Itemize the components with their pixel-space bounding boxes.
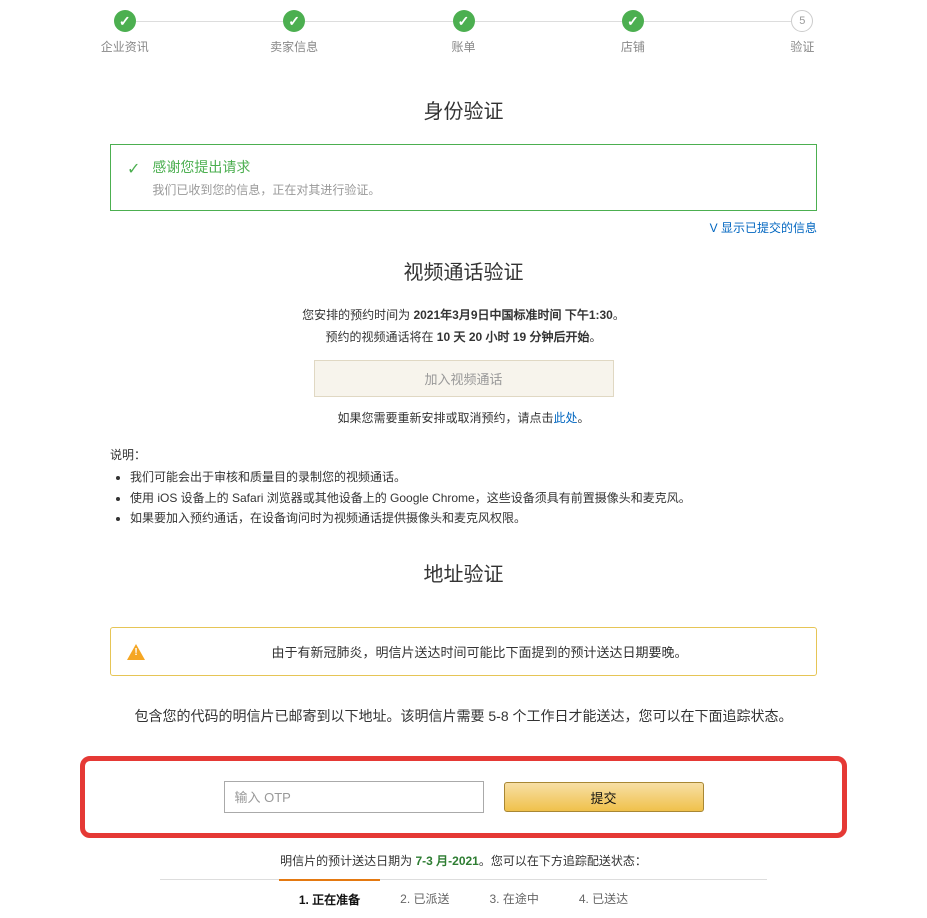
warning-icon xyxy=(127,644,145,660)
notes-list: 我们可能会出于审核和质量目的录制您的视频通话。 使用 iOS 设备上的 Safa… xyxy=(130,467,817,528)
success-banner: ✓ 感谢您提出请求 我们已收到您的信息，正在对其进行验证。 xyxy=(110,144,817,211)
track-tab-delivered[interactable]: 4. 已送达 xyxy=(559,879,648,918)
check-icon: ✓ xyxy=(453,10,475,32)
notes-title: 说明： xyxy=(110,446,817,463)
step-billing: ✓ 账单 xyxy=(379,10,548,55)
covid-warning: 由于有新冠肺炎，明信片送达时间可能比下面提到的预计送达日期要晚。 xyxy=(110,627,817,676)
check-icon: ✓ xyxy=(622,10,644,32)
track-tab-transit[interactable]: 3. 在途中 xyxy=(470,879,559,918)
list-item: 我们可能会出于审核和质量目的录制您的视频通话。 xyxy=(130,467,817,487)
otp-highlight-box: 提交 xyxy=(80,756,847,838)
identity-title: 身份验证 xyxy=(0,95,927,124)
show-submitted-link[interactable]: V 显示已提交的信息 xyxy=(710,221,817,235)
step-verify: 5 验证 xyxy=(718,10,887,55)
list-item: 使用 iOS 设备上的 Safari 浏览器或其他设备上的 Google Chr… xyxy=(130,488,817,508)
success-subtext: 我们已收到您的信息，正在对其进行验证。 xyxy=(152,181,800,198)
submit-button[interactable]: 提交 xyxy=(504,782,704,812)
success-title: 感谢您提出请求 xyxy=(152,157,800,177)
otp-input[interactable] xyxy=(224,781,484,813)
check-icon: ✓ xyxy=(127,159,140,179)
warning-text: 由于有新冠肺炎，明信片送达时间可能比下面提到的预计送达日期要晚。 xyxy=(159,642,800,661)
step-company: ✓ 企业资讯 xyxy=(40,10,209,55)
step-label: 企业资讯 xyxy=(101,38,149,55)
step-label: 验证 xyxy=(790,38,814,55)
track-tab-dispatched[interactable]: 2. 已派送 xyxy=(380,879,469,918)
eta-text: 明信片的预计送达日期为 7-3 月-2021。您可以在下方追踪配送状态： xyxy=(0,852,927,869)
progress-stepper: ✓ 企业资讯 ✓ 卖家信息 ✓ 账单 ✓ 店铺 5 验证 xyxy=(0,0,927,75)
video-schedule-text: 您安排的预约时间为 2021年3月9日中国标准时间 下午1:30。 预约的视频通… xyxy=(110,305,817,348)
join-video-button[interactable]: 加入视频通话 xyxy=(314,360,614,397)
step-seller: ✓ 卖家信息 xyxy=(209,10,378,55)
step-label: 卖家信息 xyxy=(270,38,318,55)
address-description: 包含您的代码的明信片已邮寄到以下地址。该明信片需要 5-8 个工作日才能送达，您… xyxy=(110,706,817,726)
check-icon: ✓ xyxy=(283,10,305,32)
video-title: 视频通话验证 xyxy=(0,256,927,285)
address-title: 地址验证 xyxy=(110,558,817,587)
step-label: 账单 xyxy=(452,38,476,55)
tracking-tabs: 1. 正在准备 2. 已派送 3. 在途中 4. 已送达 xyxy=(160,879,767,918)
step-label: 店铺 xyxy=(621,38,645,55)
reschedule-link[interactable]: 此处 xyxy=(553,411,577,425)
check-icon: ✓ xyxy=(114,10,136,32)
reschedule-text: 如果您需要重新安排或取消预约，请点击此处。 xyxy=(110,409,817,426)
pending-step-icon: 5 xyxy=(791,10,813,32)
step-store: ✓ 店铺 xyxy=(548,10,717,55)
list-item: 如果要加入预约通话，在设备询问时为视频通话提供摄像头和麦克风权限。 xyxy=(130,508,817,528)
track-tab-preparing[interactable]: 1. 正在准备 xyxy=(279,879,380,918)
